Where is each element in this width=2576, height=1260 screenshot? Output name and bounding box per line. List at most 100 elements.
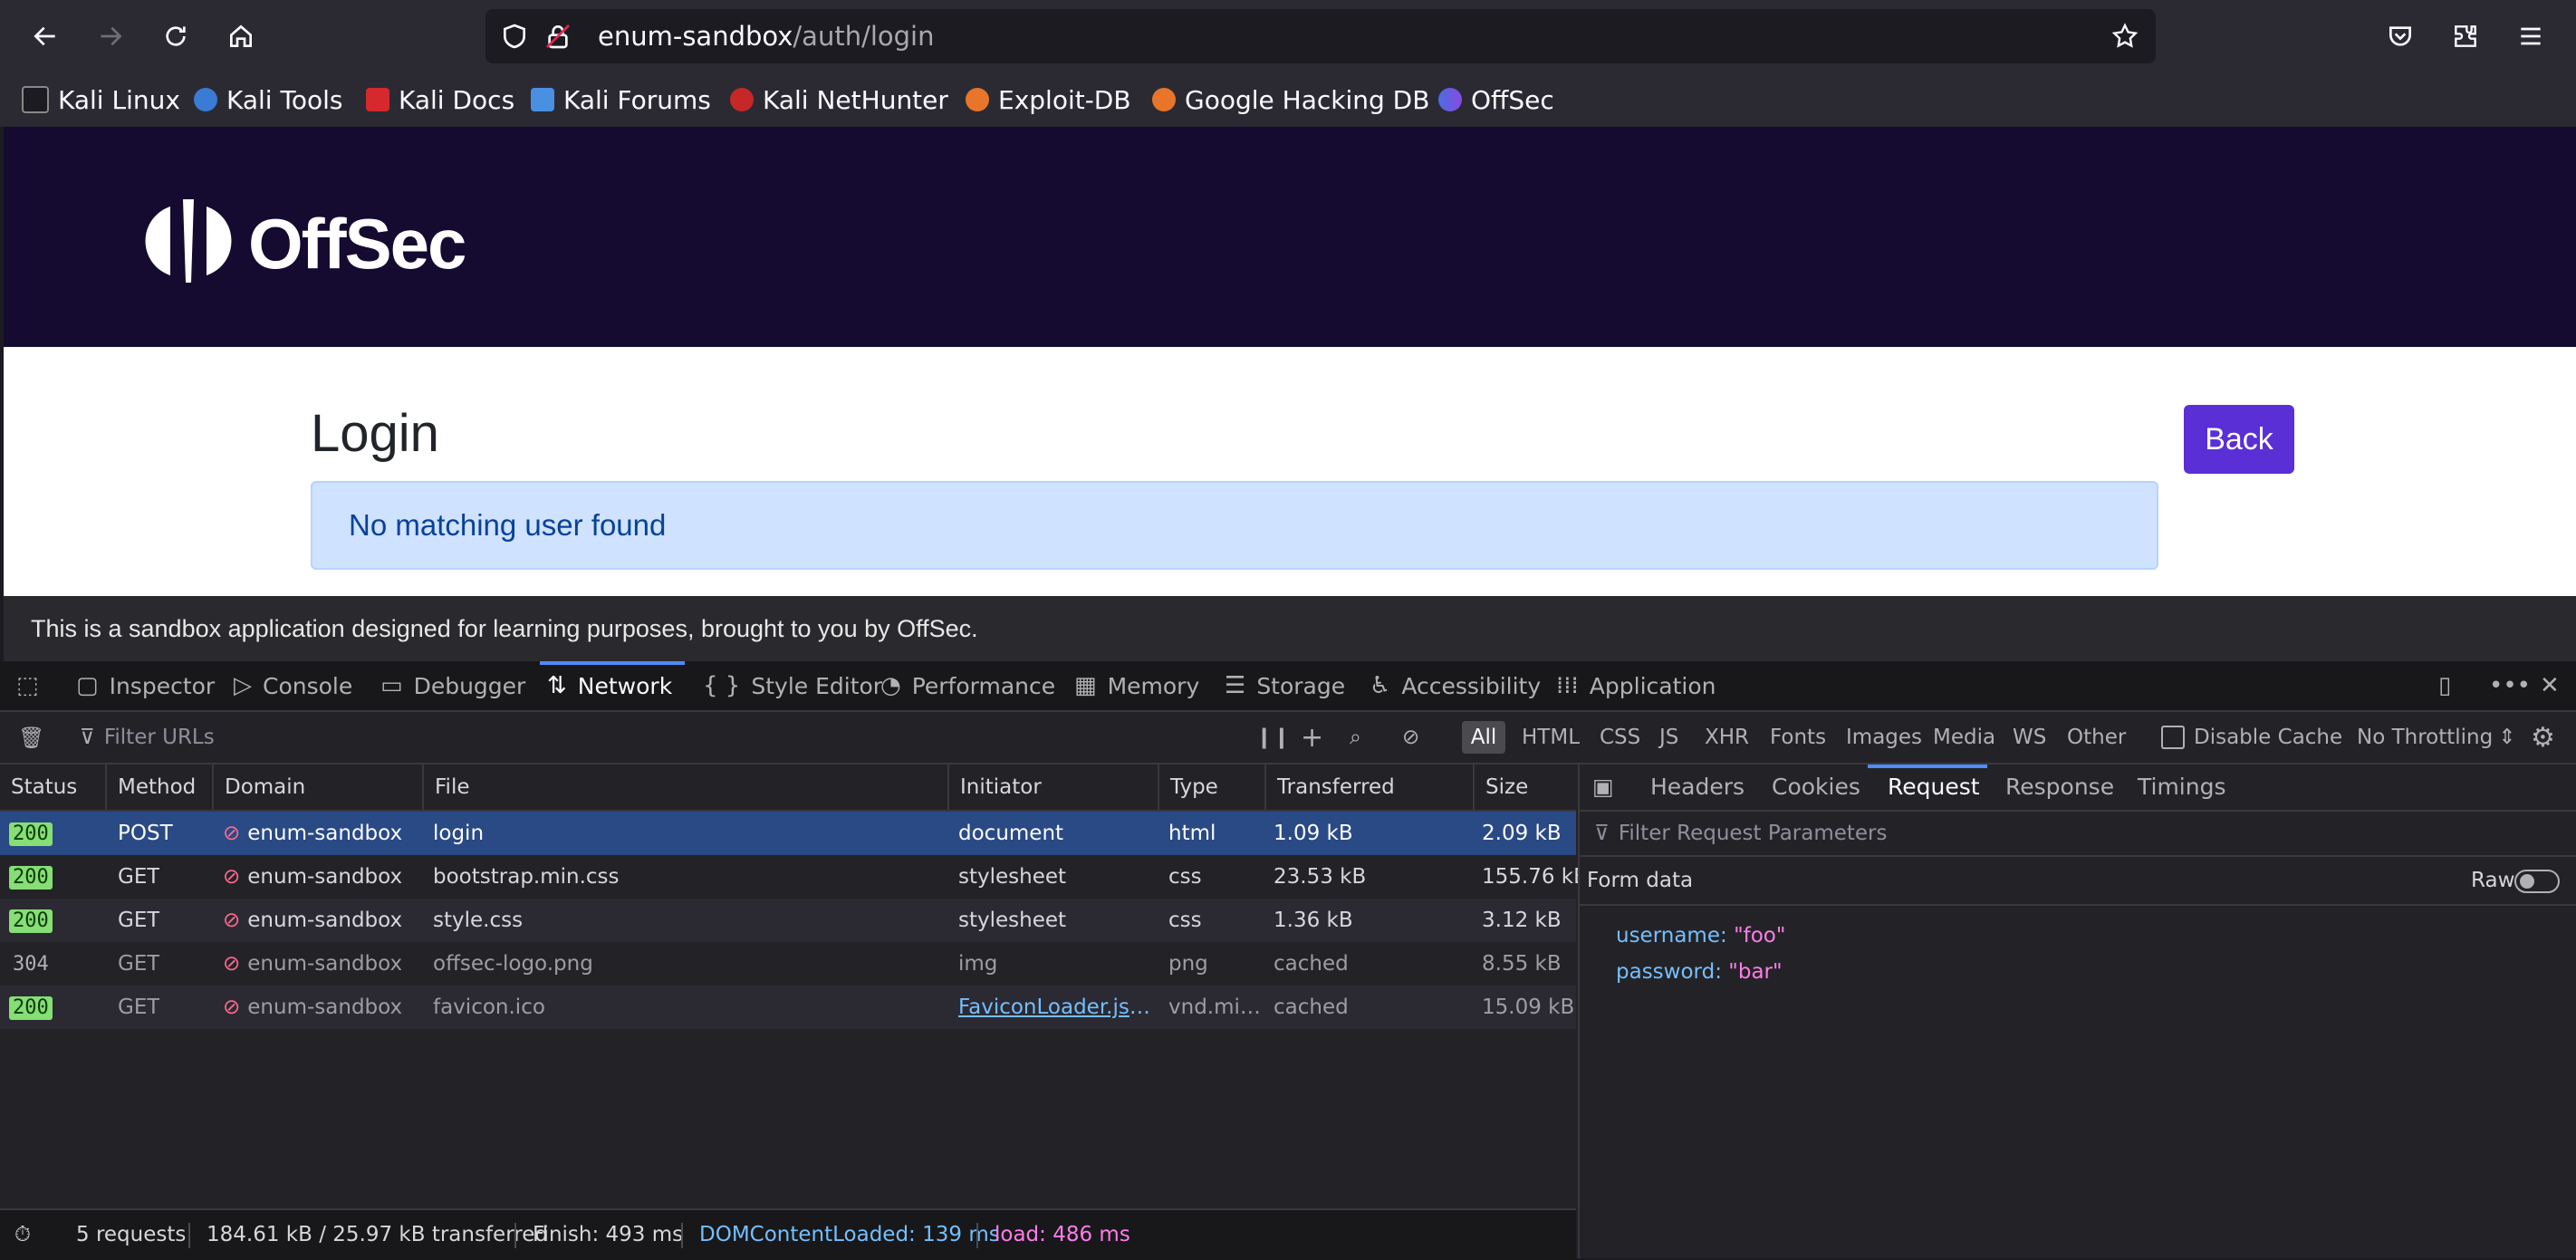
back-button[interactable]: Back [2184, 405, 2294, 474]
tab-style-editor[interactable]: { } Style Editor [703, 661, 882, 710]
domain-cell: ⊘ enum-sandbox [223, 865, 403, 889]
tab-response[interactable]: Response [2005, 765, 2114, 810]
status-badge: 200 [9, 996, 53, 1020]
transferred-cell: 23.53 kB [1274, 865, 1367, 889]
search-icon[interactable]: ⌕ [1350, 712, 1361, 763]
lock-icon[interactable] [543, 22, 572, 51]
bookmark-kali-forums[interactable]: Kali Forums [531, 72, 711, 127]
filter-ws[interactable]: WS [2013, 712, 2046, 763]
table-row[interactable]: 304 GET ⊘ enum-sandbox offsec-logo.png im… [0, 942, 1576, 986]
type-cell: html [1168, 822, 1216, 845]
stopwatch-icon[interactable]: ⏱ [14, 1210, 31, 1260]
url-bar[interactable]: enum-sandbox/auth/login [485, 9, 2156, 63]
tab-accessibility[interactable]: ♿ Accessibility [1370, 661, 1541, 710]
method-cell: GET [118, 909, 160, 932]
bookmark-kali-nethunter[interactable]: Kali NetHunter [730, 72, 948, 127]
filter-css[interactable]: CSS [1600, 712, 1640, 763]
tab-headers[interactable]: Headers [1650, 765, 1745, 810]
disable-cache-checkbox[interactable]: Disable Cache [2161, 712, 2342, 763]
tab-memory[interactable]: ▦ Memory [1074, 661, 1199, 710]
filter-js[interactable]: JS [1659, 712, 1678, 763]
toggle-sidebar-icon[interactable]: ▣ [1592, 765, 1614, 810]
filter-html[interactable]: HTML [1522, 712, 1580, 763]
kali-nethunter-icon [730, 88, 754, 111]
responsive-design-icon[interactable]: ▯ [2438, 661, 2462, 710]
method-cell: GET [118, 995, 160, 1019]
table-row[interactable]: 200 GET ⊘ enum-sandbox style.css styleshe… [0, 899, 1576, 942]
network-request-table: Status Method Domain File Initiator Type… [0, 765, 1588, 1208]
tab-application[interactable]: ⁞⁞⁞ Application [1556, 661, 1716, 710]
console-icon: ▷ [234, 672, 252, 699]
tab-inspector[interactable]: ▢ Inspector [76, 661, 215, 710]
column-file[interactable]: File [424, 765, 949, 810]
extensions-icon[interactable] [2442, 13, 2489, 60]
table-row[interactable]: 200 GET ⊘ enum-sandbox bootstrap.min.css … [0, 855, 1588, 899]
request-tab-indicator [1868, 765, 1987, 768]
browser-toolbar: enum-sandbox/auth/login [0, 0, 2576, 72]
block-icon[interactable]: ⊘ [1402, 712, 1419, 763]
filter-other[interactable]: Other [2067, 712, 2126, 763]
throttling-select[interactable]: No Throttling ⇕ [2357, 712, 2516, 763]
trash-clear-icon[interactable]: 🗑 [18, 712, 44, 763]
add-icon[interactable]: + [1301, 712, 1323, 763]
style-editor-icon: { } [703, 672, 741, 699]
filter-media[interactable]: Media [1933, 712, 1995, 763]
reload-icon[interactable] [152, 13, 199, 60]
pause-icon[interactable]: ❙❙ [1255, 712, 1291, 763]
filter-all[interactable]: All [1462, 721, 1505, 754]
url-text[interactable]: enum-sandbox/auth/login [598, 9, 935, 63]
filter-request-params-input[interactable]: ⊽ Filter Request Parameters [1580, 812, 2576, 857]
updown-chevron-icon: ⇕ [2498, 726, 2516, 749]
tab-console[interactable]: ▷ Console [234, 661, 352, 710]
tab-cookies[interactable]: Cookies [1772, 765, 1860, 810]
home-icon[interactable] [217, 13, 264, 60]
filter-urls-input[interactable]: ⊽ Filter URLs [80, 712, 215, 763]
pocket-icon[interactable] [2377, 13, 2424, 60]
bookmark-kali-tools[interactable]: Kali Tools [194, 72, 342, 127]
bookmark-offsec[interactable]: OffSec [1438, 72, 1554, 127]
kali-dragon-icon [22, 86, 49, 113]
gear-icon[interactable]: ⚙ [2531, 712, 2555, 763]
table-row[interactable]: 200 POST ⊘ enum-sandbox login document ht… [0, 812, 1576, 855]
bookmark-kali-docs[interactable]: Kali Docs [366, 72, 514, 127]
shield-icon[interactable] [500, 22, 529, 51]
tab-performance[interactable]: ◔ Performance [880, 661, 1055, 710]
initiator-link[interactable]: FaviconLoader.jsm:… [958, 986, 1152, 1029]
bookmark-kali-linux[interactable]: Kali Linux [22, 72, 180, 127]
bookmark-google-hacking-db[interactable]: Google Hacking DB [1152, 72, 1429, 127]
bookmark-exploit-db[interactable]: Exploit-DB [966, 72, 1131, 127]
request-details-panel: ▣ Headers Cookies Request Response Timin… [1578, 765, 2576, 1258]
transferred-cell: 1.09 kB [1274, 822, 1353, 845]
element-picker-icon[interactable]: ⬚ [16, 661, 50, 710]
network-tab-indicator [540, 661, 685, 665]
star-bookmark-icon[interactable] [2110, 22, 2139, 51]
tab-debugger[interactable]: ▭ Debugger [380, 661, 525, 710]
size-cell: 15.09 kB [1482, 995, 1575, 1019]
more-options-icon[interactable]: ••• [2489, 661, 2542, 710]
column-transferred[interactable]: Transferred [1266, 765, 1475, 810]
filter-fonts[interactable]: Fonts [1770, 712, 1826, 763]
column-status[interactable]: Status [0, 765, 107, 810]
tab-storage[interactable]: ☰ Storage [1225, 661, 1345, 710]
domain-cell: ⊘ enum-sandbox [223, 822, 403, 845]
hamburger-menu-icon[interactable] [2507, 13, 2554, 60]
column-size[interactable]: Size [1475, 765, 1576, 810]
back-arrow-icon[interactable] [22, 13, 69, 60]
filter-images[interactable]: Images [1846, 712, 1922, 763]
close-devtools-icon[interactable]: ✕ [2540, 661, 2571, 710]
tab-network[interactable]: ⇅ Network [547, 661, 672, 710]
transferred-cell: cached [1274, 952, 1349, 976]
column-method[interactable]: Method [107, 765, 214, 810]
table-row[interactable]: 200 GET ⊘ enum-sandbox favicon.ico Favico… [0, 986, 1576, 1029]
filter-xhr[interactable]: XHR [1705, 712, 1749, 763]
tab-request[interactable]: Request [1888, 765, 1980, 810]
tab-timings[interactable]: Timings [2138, 765, 2226, 810]
insecure-icon: ⊘ [223, 995, 241, 1019]
column-domain[interactable]: Domain [214, 765, 424, 810]
column-type[interactable]: Type [1159, 765, 1266, 810]
forward-arrow-icon[interactable] [87, 13, 134, 60]
raw-toggle[interactable] [2514, 870, 2560, 893]
size-cell: 3.12 kB [1482, 909, 1562, 932]
column-initiator[interactable]: Initiator [949, 765, 1159, 810]
kali-forums-icon [531, 88, 554, 111]
